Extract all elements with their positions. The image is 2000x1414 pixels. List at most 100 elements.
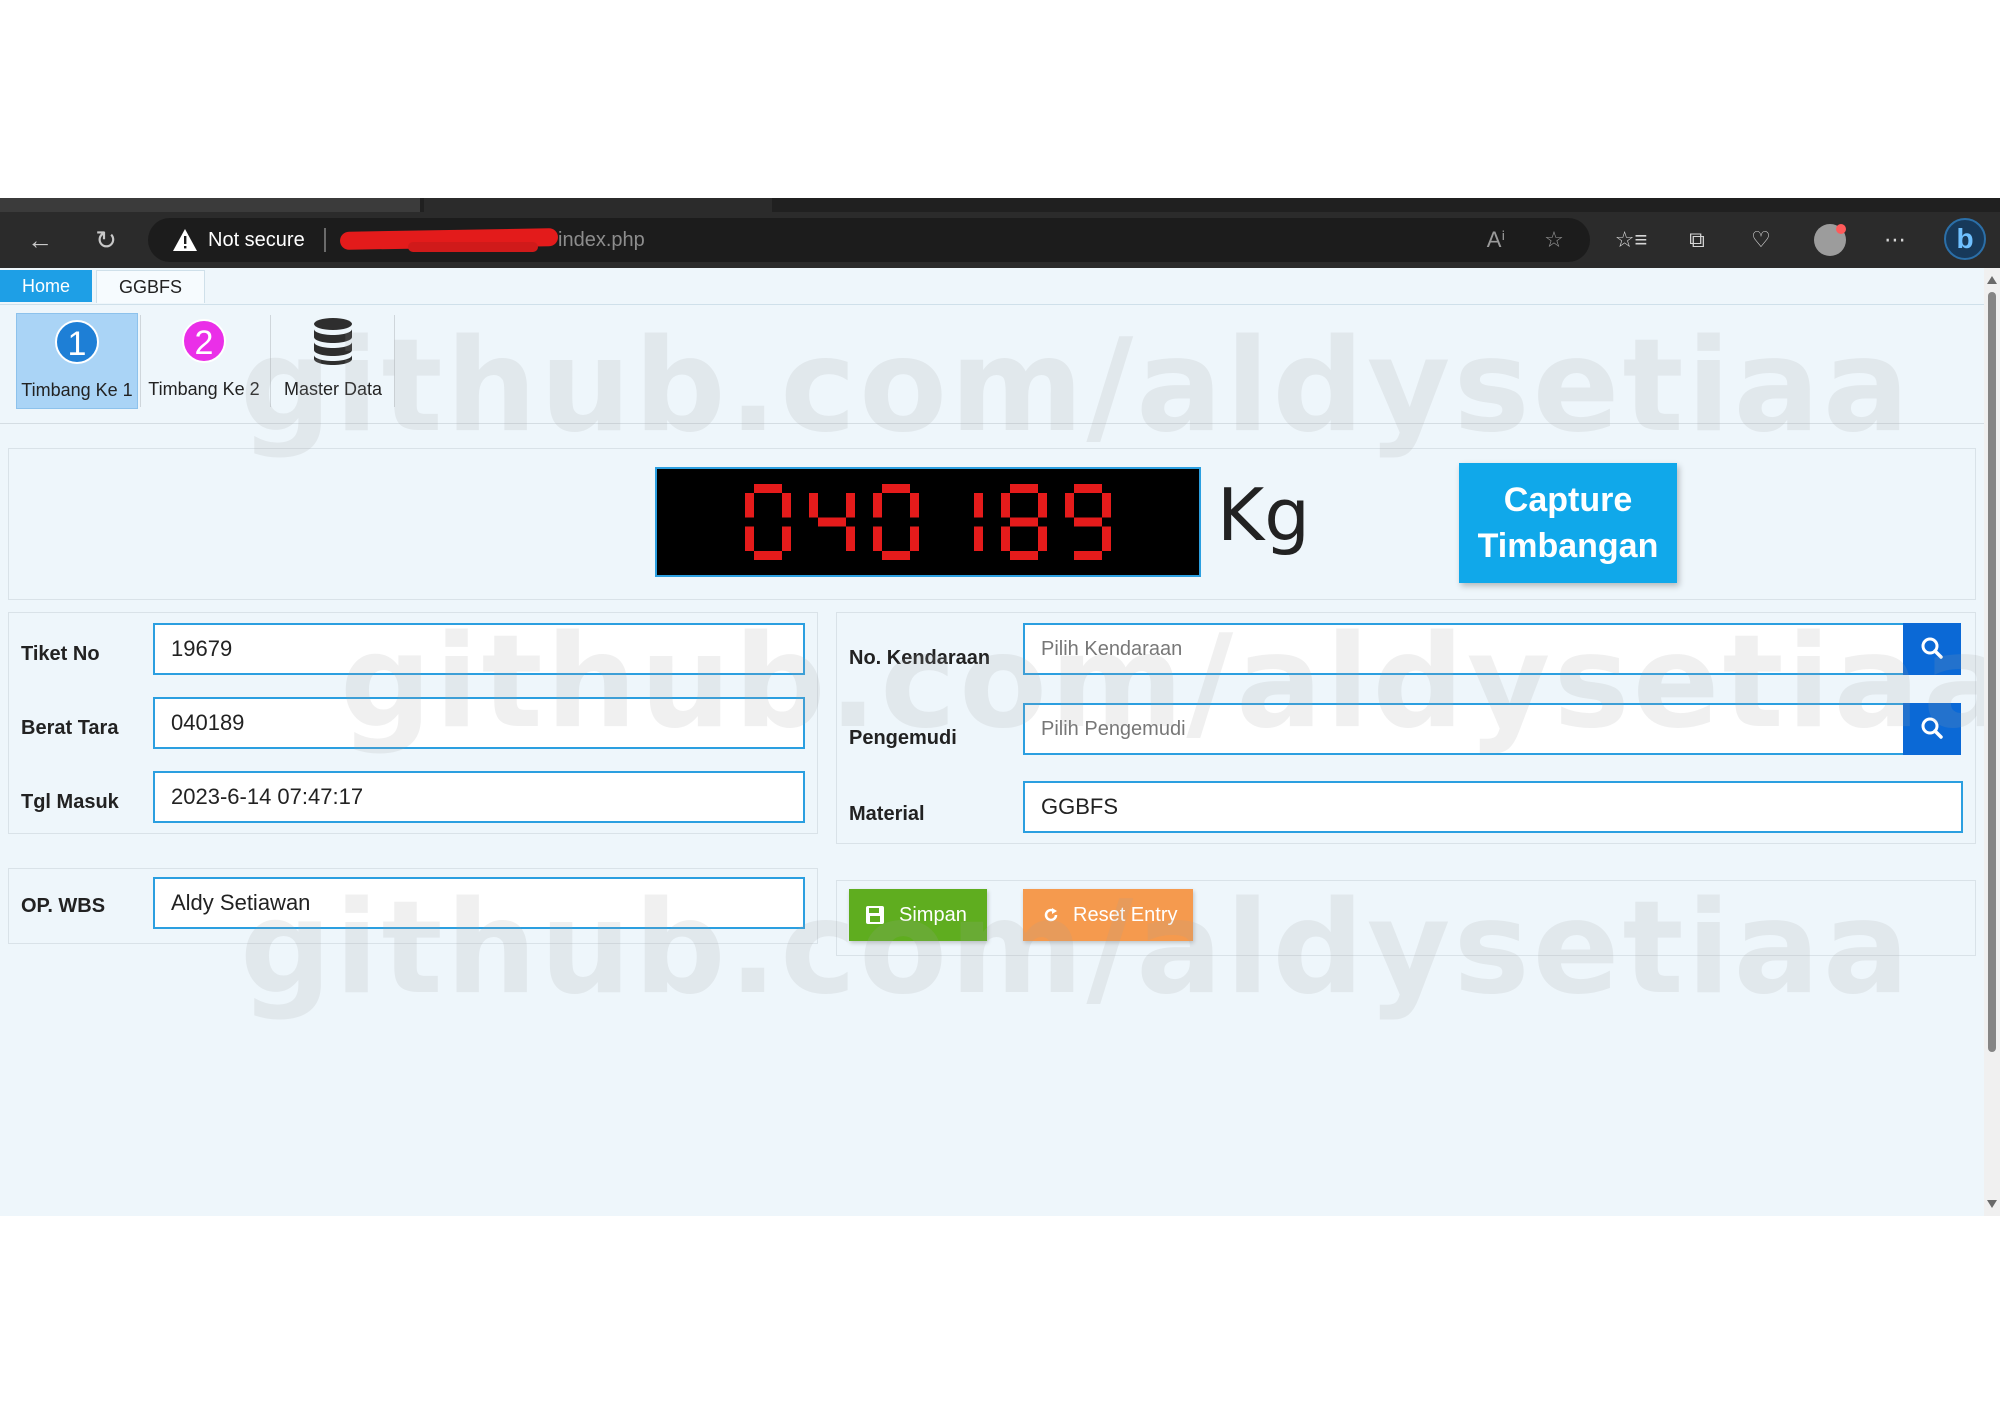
pengemudi-input[interactable]: Pilih Pengemudi (1023, 703, 1905, 755)
display-digit (873, 484, 919, 560)
display-digit (974, 493, 983, 551)
digit-segment (1102, 526, 1111, 551)
digit-segment (818, 517, 846, 527)
digit-segment (1010, 484, 1038, 493)
digit-segment (974, 526, 983, 551)
berat-tara-field[interactable]: 040189 (153, 697, 805, 749)
browser-toolbar: ← ↻ Not secure index.php Aⁱ ☆ ☆≡ ⧉ ♡ ⋯ b (0, 212, 2000, 268)
tiket-no-label: Tiket No (21, 643, 100, 665)
digit-segment (882, 551, 910, 560)
digit-segment (809, 493, 818, 518)
master-data-label: Master Data (283, 379, 383, 399)
operator-panel: OP. WBS Aldy Setiawan (8, 868, 818, 944)
display-digit (809, 493, 855, 551)
digit-segment (1010, 517, 1038, 527)
scroll-down-arrow-icon[interactable] (1987, 1200, 1997, 1208)
reset-entry-label: Reset Entry (1073, 904, 1178, 926)
scroll-thumb[interactable] (1988, 292, 1996, 1052)
material-field[interactable]: GGBFS (1023, 781, 1963, 833)
simpan-label: Simpan (899, 904, 967, 926)
scroll-up-arrow-icon[interactable] (1987, 276, 1997, 284)
capture-timbangan-button[interactable]: Capture Timbangan (1459, 463, 1677, 583)
ribbon-separator (394, 315, 395, 407)
master-data-button[interactable]: Master Data (274, 313, 392, 409)
timbang-ke-1-button[interactable]: 1 Timbang Ke 1 (16, 313, 138, 409)
ribbon-separator (270, 315, 271, 407)
tiket-no-field[interactable]: 19679 (153, 623, 805, 675)
berat-tara-label: Berat Tara (21, 717, 119, 739)
vehicle-form-panel: No. Kendaraan Pilih Kendaraan Pengemudi … (836, 612, 1976, 844)
digit-segment (974, 493, 983, 518)
ribbon-toolbar: 1 Timbang Ke 1 2 Timbang Ke 2 Master Dat… (0, 305, 1984, 424)
warning-icon (173, 229, 197, 251)
number-one-icon: 1 (55, 320, 99, 364)
digit-segment (745, 493, 754, 518)
browser-tab[interactable] (0, 198, 420, 212)
timbang-ke-2-button[interactable]: 2 Timbang Ke 2 (146, 313, 262, 409)
back-arrow-icon[interactable]: ← (22, 222, 58, 258)
digit-segment (1065, 493, 1074, 518)
digit-segment (882, 484, 910, 493)
save-icon (866, 906, 884, 924)
bing-icon[interactable]: b (1944, 218, 1986, 260)
tab-ggbfs[interactable]: GGBFS (96, 270, 206, 303)
search-icon (1921, 637, 1943, 659)
digit-segment (782, 526, 791, 551)
digit-segment (910, 526, 919, 551)
capture-label-line1: Capture (1503, 481, 1633, 519)
capture-label-line2: Timbangan (1477, 527, 1659, 565)
timbang-ke-2-label: Timbang Ke 2 (148, 379, 260, 399)
seven-segment-readout (745, 484, 1111, 560)
browser-tab-active[interactable] (424, 198, 772, 212)
profile-notification-dot (1836, 224, 1846, 234)
actions-panel: Simpan Reset Entry (836, 880, 1976, 956)
tgl-masuk-field[interactable]: 2023-6-14 07:47:17 (153, 771, 805, 823)
number-two-icon: 2 (182, 319, 226, 363)
digit-segment (1001, 493, 1010, 518)
display-digit (1065, 484, 1111, 560)
reset-entry-button[interactable]: Reset Entry (1023, 889, 1193, 941)
weight-display (655, 467, 1201, 577)
digit-segment (754, 484, 782, 493)
material-label: Material (849, 803, 925, 825)
weight-unit: Kg (1217, 473, 1310, 557)
digit-segment (910, 493, 919, 518)
browser-tab-strip (0, 198, 2000, 212)
collections-icon[interactable]: ⧉ (1680, 224, 1714, 256)
favorite-star-icon[interactable]: ☆ (1540, 226, 1568, 254)
pengemudi-label: Pengemudi (849, 727, 957, 749)
address-separator (324, 228, 326, 252)
op-wbs-field[interactable]: Aldy Setiawan (153, 877, 805, 929)
database-icon (314, 318, 352, 365)
digit-segment (1102, 493, 1111, 518)
digit-segment (1074, 484, 1102, 493)
digit-segment (846, 493, 855, 518)
refresh-icon (1044, 908, 1058, 922)
digit-segment (1074, 517, 1102, 527)
favorites-icon[interactable]: ☆≡ (1614, 224, 1648, 256)
refresh-icon[interactable]: ↻ (88, 222, 124, 258)
digit-segment (745, 526, 754, 551)
digit-segment (1010, 551, 1038, 560)
browser-essentials-icon[interactable]: ♡ (1744, 224, 1778, 256)
read-aloud-icon[interactable]: Aⁱ (1482, 226, 1510, 254)
display-digit (1001, 484, 1047, 560)
address-bar[interactable]: Not secure index.php Aⁱ ☆ (148, 218, 1590, 262)
op-wbs-label: OP. WBS (21, 895, 106, 917)
page-viewport: Home GGBFS 1 Timbang Ke 1 2 Timbang Ke 2… (0, 268, 2000, 1216)
search-kendaraan-button[interactable] (1903, 623, 1961, 675)
url-text[interactable]: index.php (558, 228, 645, 252)
no-kendaraan-input[interactable]: Pilih Kendaraan (1023, 623, 1905, 675)
simpan-button[interactable]: Simpan (849, 889, 987, 941)
no-kendaraan-label: No. Kendaraan (849, 647, 991, 669)
page-tab-row: Home GGBFS (0, 268, 1984, 305)
scale-panel: Kg Capture Timbangan (8, 448, 1976, 600)
more-icon[interactable]: ⋯ (1878, 224, 1912, 256)
vertical-scrollbar[interactable] (1984, 268, 2000, 1216)
timbang-ke-1-label: Timbang Ke 1 (21, 380, 133, 400)
digit-segment (782, 493, 791, 518)
search-pengemudi-button[interactable] (1903, 703, 1961, 755)
tab-home[interactable]: Home (0, 270, 93, 302)
security-label[interactable]: Not secure (208, 228, 305, 252)
digit-segment (873, 526, 882, 551)
